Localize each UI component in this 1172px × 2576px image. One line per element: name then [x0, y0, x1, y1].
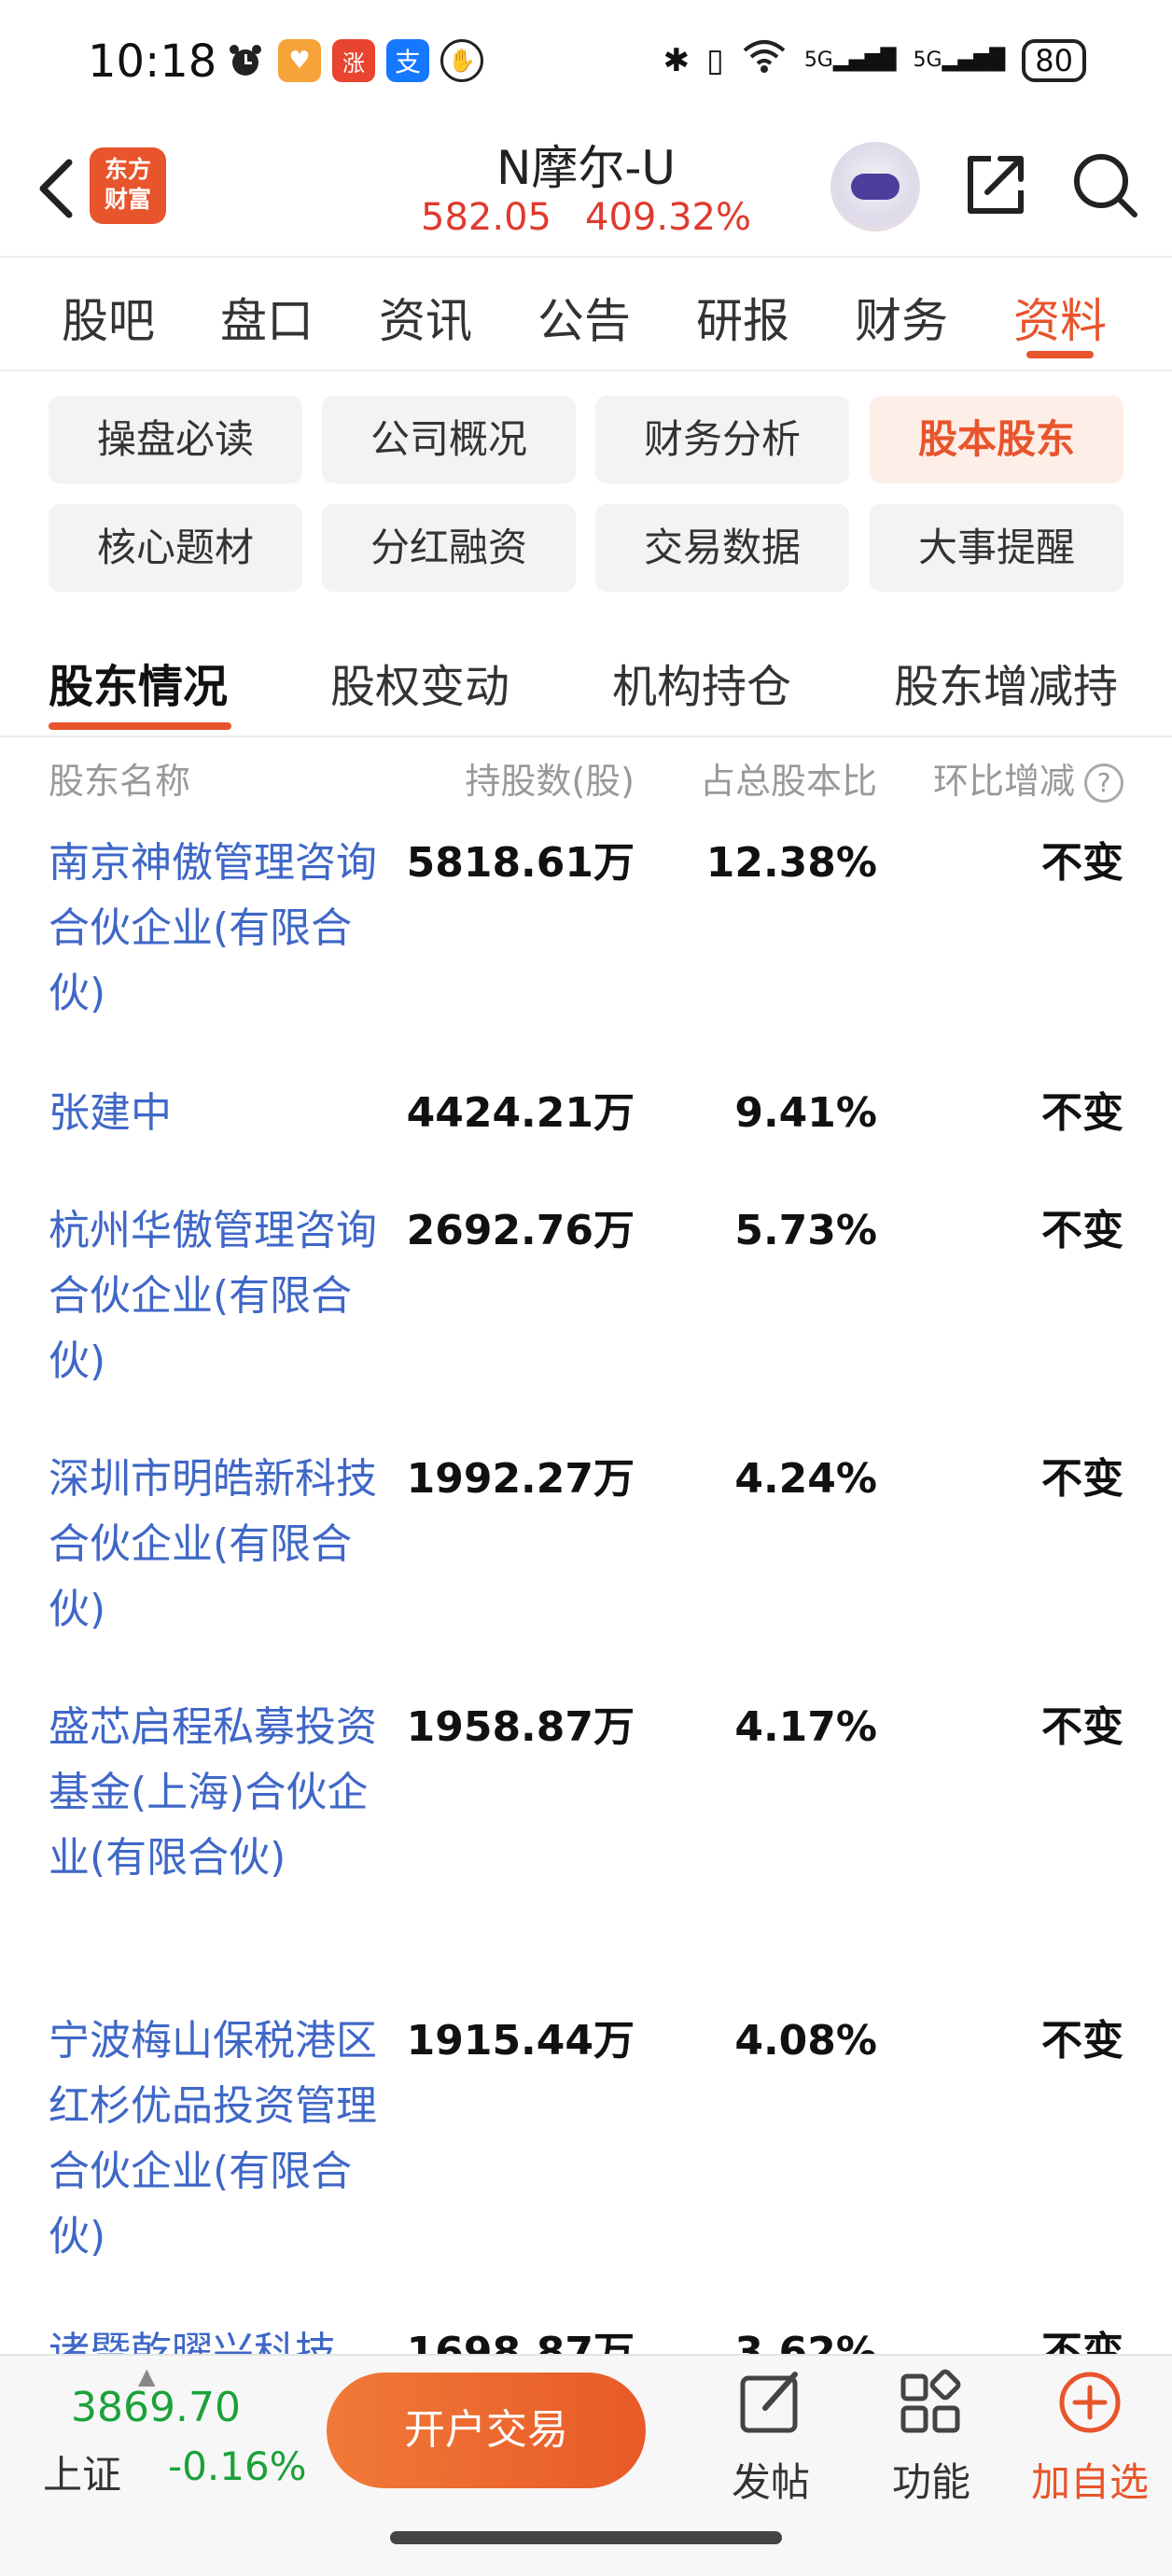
shares-held: 1698.87万 — [406, 2329, 635, 2354]
signal-icon-1: 5G▂▄▆█ — [803, 49, 897, 72]
bluetooth-icon: ✱ — [663, 41, 691, 79]
grid-icon — [900, 2369, 961, 2433]
function-button[interactable]: 功能 — [866, 2365, 997, 2508]
stock-price: 582.05 — [421, 196, 551, 239]
add-watchlist-button[interactable]: 加自选 — [1025, 2365, 1155, 2508]
shares-held: 5818.61万 — [406, 839, 635, 887]
shareholder-name[interactable]: 南京神傲管理咨询合伙企业(有限合伙) — [49, 831, 384, 1027]
share-ratio: 9.41% — [734, 1089, 877, 1137]
holding-change: 不变 — [1041, 1207, 1123, 1254]
active-section-indicator — [49, 722, 231, 730]
col-header-shares[interactable]: 持股数(股) — [465, 752, 635, 804]
shares-held: 1992.27万 — [406, 1455, 635, 1503]
tab-profile[interactable]: 资料 — [1013, 284, 1107, 351]
post-button[interactable]: 发帖 — [705, 2365, 836, 2508]
section-tab-shareholders[interactable]: 股东情况 — [49, 650, 228, 715]
share-icon — [968, 156, 1024, 214]
section-tab-institutions[interactable]: 机构持仓 — [612, 650, 791, 715]
holding-change: 不变 — [1041, 1455, 1123, 1503]
search-button[interactable] — [1069, 149, 1140, 220]
tab-pankou[interactable]: 盘口 — [220, 284, 314, 351]
share-ratio: 3.62% — [734, 2329, 877, 2354]
news-app-icon: 涨 — [332, 39, 375, 82]
system-status-icons: ✱ ▯ 5G▂▄▆█ 5G▂▄▆█ 80 — [663, 37, 1086, 83]
col-header-name: 股东名称 — [49, 761, 191, 802]
tab-news[interactable]: 资讯 — [379, 284, 472, 351]
index-name[interactable]: 上证 — [43, 2443, 121, 2500]
index-change[interactable]: -0.16% — [168, 2443, 307, 2489]
shares-held: 2692.76万 — [406, 1207, 635, 1254]
tab-research[interactable]: 研报 — [696, 284, 789, 351]
table-header: 股东名称 持股数(股) 占总股本比 环比增减? — [0, 747, 1172, 806]
sub-dividends[interactable]: 分红融资 — [322, 504, 576, 592]
tab-announcements[interactable]: 公告 — [537, 284, 631, 351]
sub-company-overview[interactable]: 公司概况 — [322, 396, 576, 483]
home-indicator[interactable] — [390, 2531, 782, 2544]
notification-icons: ♥ 涨 支 ✋ — [224, 39, 483, 82]
shareholder-name[interactable]: 盛芯启程私募投资基金(上海)合伙企业(有限合伙) — [49, 1695, 384, 1891]
shareholder-name[interactable]: 诸暨乾曜兴科技 — [49, 2320, 403, 2354]
shareholder-name[interactable]: 宁波梅山保税港区红杉优品投资管理合伙企业(有限合伙) — [49, 2009, 384, 2270]
wifi-icon — [741, 37, 788, 83]
sub-trading-data[interactable]: 交易数据 — [595, 504, 849, 592]
main-tabs: 股吧 盘口 资讯 公告 研报 财务 资料 — [0, 258, 1172, 371]
sub-financial-analysis[interactable]: 财务分析 — [595, 396, 849, 483]
holding-change: 不变 — [1041, 1703, 1123, 1751]
share-ratio: 12.38% — [705, 839, 877, 887]
section-tabs: 股东情况 股权变动 机构持仓 股东增减持 — [0, 635, 1172, 737]
shares-held: 4424.21万 — [406, 1089, 635, 1137]
ai-assistant-icon[interactable] — [830, 142, 920, 231]
index-value[interactable]: 3869.70 — [71, 2384, 241, 2431]
sub-trading-guide[interactable]: 操盘必读 — [49, 396, 302, 483]
holding-change: 不变 — [1041, 2329, 1123, 2354]
sub-core-themes[interactable]: 核心题材 — [49, 504, 302, 592]
heart-app-icon: ♥ — [278, 39, 321, 82]
active-tab-indicator — [1026, 351, 1094, 358]
holding-change: 不变 — [1041, 2017, 1123, 2065]
shareholder-name[interactable]: 深圳市明皓新科技合伙企业(有限合伙) — [49, 1447, 384, 1643]
shareholder-name[interactable]: 张建中 — [49, 1081, 384, 1146]
table-row[interactable]: 诸暨乾曜兴科技 1698.87万 3.62% 不变 — [0, 2320, 1172, 2354]
section-tab-equity-changes[interactable]: 股权变动 — [330, 650, 509, 715]
status-time: 10:18 — [88, 35, 217, 88]
section-tab-holdings-change[interactable]: 股东增减持 — [894, 650, 1118, 715]
shares-held: 1915.44万 — [406, 2017, 635, 2065]
shareholder-name[interactable]: 杭州华傲管理咨询合伙企业(有限合伙) — [49, 1198, 384, 1394]
help-icon[interactable]: ? — [1084, 763, 1123, 803]
share-ratio: 4.24% — [734, 1455, 877, 1503]
tab-finance[interactable]: 财务 — [855, 284, 948, 351]
hand-icon: ✋ — [440, 39, 483, 82]
plus-circle-icon — [1059, 2372, 1121, 2433]
search-icon — [1074, 154, 1137, 217]
share-button[interactable] — [959, 149, 1030, 220]
share-ratio: 4.08% — [734, 2017, 877, 2065]
holding-change: 不变 — [1041, 839, 1123, 887]
col-header-change: 环比增减? — [933, 752, 1123, 804]
share-ratio: 4.17% — [734, 1703, 877, 1751]
stock-header: 东方 财富 N摩尔-U 582.05 409.32% — [0, 131, 1172, 258]
alipay-icon: 支 — [386, 39, 429, 82]
sub-events[interactable]: 大事提醒 — [870, 504, 1123, 592]
vibrate-icon: ▯ — [706, 41, 724, 79]
sub-shareholders[interactable]: 股本股东 — [870, 396, 1123, 483]
open-account-button[interactable]: 开户交易 — [327, 2373, 646, 2488]
status-bar: 10:18 ♥ 涨 支 ✋ ✱ ▯ 5G▂▄▆█ 5G▂▄▆█ 80 — [0, 0, 1172, 131]
signal-icon-2: 5G▂▄▆█ — [913, 49, 1006, 72]
shares-held: 1958.87万 — [406, 1703, 635, 1751]
col-header-ratio[interactable]: 占总股本比 — [700, 752, 877, 804]
stock-change-pct: 409.32% — [585, 196, 751, 239]
holding-change: 不变 — [1041, 1089, 1123, 1137]
edit-icon — [740, 2372, 798, 2433]
share-ratio: 5.73% — [734, 1207, 877, 1254]
tab-guba[interactable]: 股吧 — [62, 284, 155, 351]
alarm-icon — [224, 39, 267, 82]
battery-icon: 80 — [1022, 38, 1086, 82]
